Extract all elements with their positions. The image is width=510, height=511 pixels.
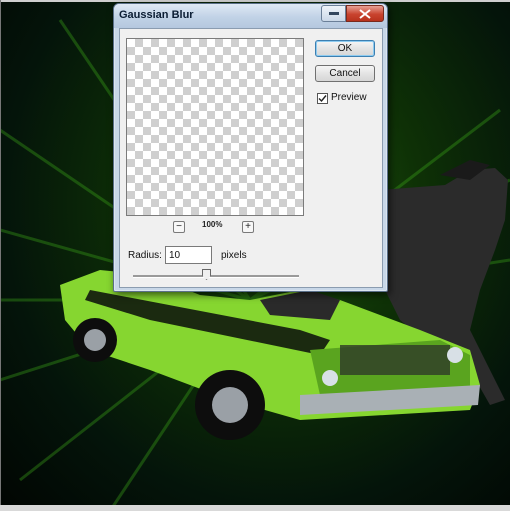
dialog-titlebar[interactable]: Gaussian Blur (114, 4, 387, 28)
cancel-button[interactable]: Cancel (315, 65, 375, 82)
checkmark-icon (318, 95, 327, 103)
radius-slider-track[interactable] (133, 275, 299, 278)
gaussian-blur-dialog: Gaussian Blur − 100% + OK Cancel Preview… (113, 3, 388, 292)
filter-preview-area[interactable] (126, 38, 304, 216)
close-icon (359, 8, 371, 19)
preview-label[interactable]: Preview (331, 92, 367, 103)
radius-label: Radius: (128, 250, 162, 261)
radius-input[interactable] (165, 246, 212, 264)
zoom-level: 100% (202, 220, 223, 229)
dialog-title: Gaussian Blur (119, 9, 194, 21)
minimize-button[interactable] (321, 5, 346, 22)
close-button[interactable] (346, 5, 384, 22)
ok-button[interactable]: OK (315, 40, 375, 57)
minimize-icon (328, 11, 339, 15)
window-frame-bottom (0, 505, 510, 511)
dialog-body: − 100% + OK Cancel Preview Radius: pixel… (119, 28, 383, 288)
zoom-out-button[interactable]: − (173, 221, 185, 233)
window-frame-left (0, 0, 1, 511)
radius-slider-thumb[interactable] (202, 269, 212, 280)
window-frame-top (0, 0, 510, 2)
pixels-unit-label: pixels (221, 250, 247, 261)
preview-checkbox[interactable] (317, 93, 328, 104)
zoom-in-button[interactable]: + (242, 221, 254, 233)
